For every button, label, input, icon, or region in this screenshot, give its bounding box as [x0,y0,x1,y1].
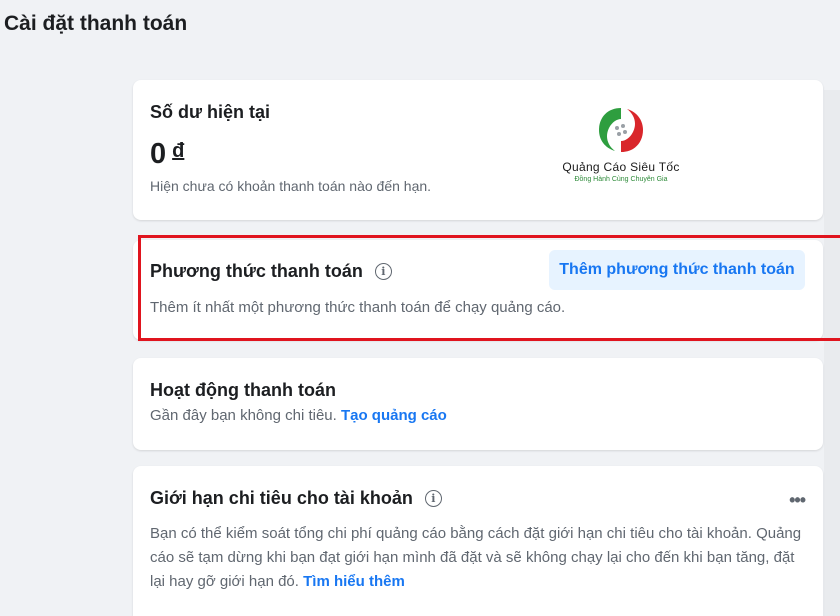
payment-activity-note: Gần đây bạn không chi tiêu. Tạo quảng cá… [150,404,447,428]
spending-limit-note-text: Bạn có thể kiểm soát tổng chi phí quảng … [150,525,802,590]
payment-activity-card: Hoạt động thanh toán Gần đây bạn không c… [133,358,823,450]
logo-name: Quảng Cáo Siêu Tốc [562,160,680,174]
spending-limit-note: Bạn có thể kiểm soát tổng chi phí quảng … [150,522,810,594]
payment-method-card: Phương thức thanh toán i Thêm phương thứ… [133,240,823,340]
more-icon[interactable]: ••• [789,490,806,511]
balance-currency: đ [172,140,185,162]
brand-logo: Quảng Cáo Siêu Tốc Đồng Hành Cùng Chuyên… [547,98,695,190]
balance-value: 0 [150,138,167,170]
logo-tagline: Đồng Hành Cùng Chuyên Gia [574,176,668,183]
balance-card: Số dư hiện tại 0đ Hiện chưa có khoản tha… [133,80,823,220]
info-icon[interactable]: i [374,263,392,280]
learn-more-link[interactable]: Tìm hiểu thêm [303,573,405,590]
create-ad-link[interactable]: Tạo quảng cáo [341,407,447,424]
spending-limit-title: Giới hạn chi tiêu cho tài khoản [150,488,413,508]
balance-title: Số dư hiện tại [150,102,271,122]
spending-limit-header: Giới hạn chi tiêu cho tài khoản i [150,488,442,509]
payment-method-title: Phương thức thanh toán [150,261,363,281]
spending-limit-card: Giới hạn chi tiêu cho tài khoản i ••• Bạ… [133,466,823,616]
payment-activity-title: Hoạt động thanh toán [150,380,336,400]
balance-note: Hiện chưa có khoản thanh toán nào đến hạ… [150,178,432,194]
activity-note-text: Gần đây bạn không chi tiêu. [150,407,337,424]
page-title: Cài đặt thanh toán [4,12,188,35]
payment-method-note: Thêm ít nhất một phương thức thanh toán … [150,299,566,316]
balance-amount: 0đ [150,138,184,171]
logo-swirl-icon [599,108,643,152]
scrollbar-track[interactable] [824,90,840,616]
info-icon[interactable]: i [424,490,442,507]
add-payment-method-button[interactable]: Thêm phương thức thanh toán [549,250,805,290]
payment-method-header: Phương thức thanh toán i [150,261,392,282]
